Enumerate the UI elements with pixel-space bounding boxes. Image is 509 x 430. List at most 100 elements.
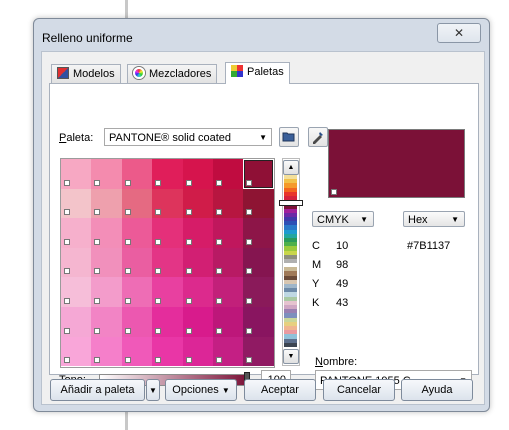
swatch-cell[interactable] [152, 188, 183, 219]
swatch-cell[interactable] [213, 159, 244, 189]
swatch-cell[interactable] [152, 336, 183, 367]
swatch-marker [124, 268, 131, 275]
swatch-cell[interactable] [243, 336, 274, 367]
k-value[interactable]: 43 [336, 297, 348, 309]
swatch-cell[interactable] [91, 307, 122, 337]
add-to-palette-dropdown[interactable]: ▼ [146, 379, 160, 401]
swatch-cell[interactable] [182, 336, 213, 367]
eyedropper-button[interactable] [308, 127, 328, 147]
swatch-cell[interactable] [121, 307, 153, 337]
swatch-cell[interactable] [91, 336, 122, 367]
chevron-down-icon: ▼ [451, 215, 459, 224]
swatch-cell[interactable] [91, 277, 122, 307]
swatch-cell[interactable] [61, 159, 92, 189]
m-value[interactable]: 98 [336, 259, 348, 271]
swatch-cell[interactable] [213, 307, 244, 337]
open-palette-button[interactable] [279, 127, 299, 147]
palette-select[interactable]: PANTONE® solid coated ▼ [104, 128, 272, 146]
swatch-cell[interactable] [91, 218, 122, 248]
strip-down-button[interactable]: ▼ [283, 349, 299, 364]
swatch-cell[interactable] [182, 307, 213, 337]
swatch-cell[interactable] [243, 159, 274, 189]
swatch-cell[interactable] [121, 159, 153, 189]
swatch-cell[interactable] [213, 218, 244, 248]
swatch-cell[interactable] [182, 159, 213, 189]
swatch-cell[interactable] [91, 159, 122, 189]
chevron-down-icon: ▼ [149, 386, 157, 395]
swatch-cell[interactable] [243, 277, 274, 307]
swatch-cell[interactable] [61, 336, 92, 367]
tab-models[interactable]: Modelos [51, 64, 121, 83]
swatch-cell[interactable] [121, 188, 153, 219]
tab-models-label: Modelos [73, 68, 115, 80]
color-model-select[interactable]: CMYK ▼ [312, 211, 374, 227]
swatch-cell[interactable] [61, 218, 92, 248]
swatch-cell[interactable] [182, 218, 213, 248]
hex-mode-select[interactable]: Hex ▼ [403, 211, 465, 227]
swatch-cell[interactable] [152, 218, 183, 248]
swatch-marker [216, 209, 222, 216]
swatch-cell[interactable] [61, 247, 92, 278]
swatch-cell[interactable] [121, 336, 153, 367]
swatch-cell[interactable] [243, 218, 274, 248]
accept-label: Aceptar [261, 384, 299, 396]
swatch-cell[interactable] [61, 188, 92, 219]
swatch-cell[interactable] [182, 277, 213, 307]
swatch-cell[interactable] [61, 277, 92, 307]
hex-value[interactable]: #7B1137 [407, 240, 450, 252]
chevron-down-icon: ▼ [259, 133, 267, 142]
swatch-cell[interactable] [121, 277, 153, 307]
swatch-cell[interactable] [182, 247, 213, 278]
swatch-cell[interactable] [121, 218, 153, 248]
add-to-palette-button[interactable]: Añadir a paleta [50, 379, 145, 401]
palette-label-rest: aleta: [66, 132, 94, 144]
tab-mixers[interactable]: Mezcladores [127, 64, 218, 83]
chevron-down-icon: ▼ [360, 215, 368, 224]
swatch-cell[interactable] [152, 277, 183, 307]
swatch-cell[interactable] [152, 247, 183, 278]
swatch-cell[interactable] [61, 307, 92, 337]
close-button[interactable]: ✕ [437, 23, 481, 43]
swatch-marker [64, 357, 70, 364]
swatch-marker [185, 238, 192, 245]
swatch-marker [246, 297, 253, 304]
swatch-marker [94, 268, 101, 275]
strip-swatch[interactable] [284, 342, 297, 348]
swatch-cell[interactable] [91, 247, 122, 278]
c-value[interactable]: 10 [336, 240, 348, 252]
help-button[interactable]: Ayuda [401, 379, 473, 401]
cancel-button[interactable]: Cancelar [323, 379, 395, 401]
models-icon [57, 67, 69, 79]
swatch-cell[interactable] [182, 188, 213, 219]
swatch-marker [64, 327, 70, 334]
hex-mode-value: Hex [408, 214, 428, 226]
swatch-cell[interactable] [121, 247, 153, 278]
swatch-cell[interactable] [243, 247, 274, 278]
y-value[interactable]: 49 [336, 278, 348, 290]
swatch-marker [94, 238, 101, 245]
swatch-marker [155, 297, 162, 304]
strip-up-button[interactable]: ▲ [283, 160, 299, 175]
swatch-cell[interactable] [213, 336, 244, 367]
swatch-cell[interactable] [91, 188, 122, 219]
swatch-marker [94, 327, 101, 334]
swatch-cell[interactable] [243, 188, 274, 219]
swatch-cell[interactable] [213, 247, 244, 278]
swatch-marker [124, 327, 131, 334]
options-button[interactable]: Opciones ▼ [165, 379, 237, 401]
swatch-marker [155, 327, 162, 334]
swatch-marker [216, 297, 222, 304]
swatch-marker [94, 297, 101, 304]
swatch-marker [64, 209, 70, 216]
swatch-cell[interactable] [152, 159, 183, 189]
help-label: Ayuda [421, 384, 453, 396]
swatch-marker [246, 268, 253, 275]
swatch-cell[interactable] [213, 188, 244, 219]
swatch-marker [185, 357, 192, 364]
swatch-marker [185, 179, 192, 186]
tab-palettes[interactable]: Paletas [225, 62, 290, 84]
swatch-cell[interactable] [243, 307, 274, 337]
swatch-cell[interactable] [152, 307, 183, 337]
accept-button[interactable]: Aceptar [244, 379, 316, 401]
swatch-cell[interactable] [213, 277, 244, 307]
